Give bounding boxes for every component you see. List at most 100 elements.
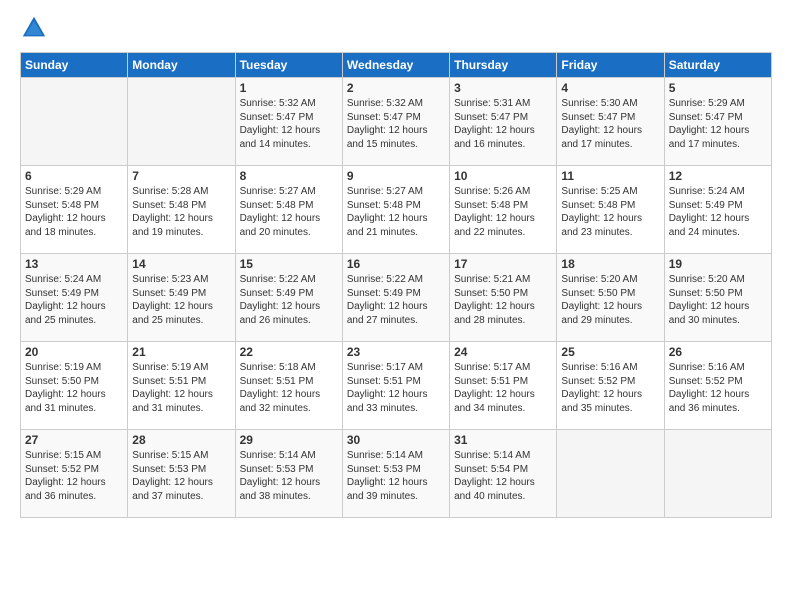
cell-info: Sunrise: 5:16 AMSunset: 5:52 PMDaylight:…: [669, 361, 767, 415]
page-header: [20, 18, 772, 42]
cell-info: Sunrise: 5:31 AMSunset: 5:47 PMDaylight:…: [454, 97, 552, 151]
day-number: 27: [25, 433, 123, 447]
day-number: 5: [669, 81, 767, 95]
cell-info: Sunrise: 5:18 AMSunset: 5:51 PMDaylight:…: [240, 361, 338, 415]
day-number: 16: [347, 257, 445, 271]
day-number: 20: [25, 345, 123, 359]
cell-info: Sunrise: 5:15 AMSunset: 5:52 PMDaylight:…: [25, 449, 123, 503]
day-number: 28: [132, 433, 230, 447]
day-number: 13: [25, 257, 123, 271]
cell-info: Sunrise: 5:23 AMSunset: 5:49 PMDaylight:…: [132, 273, 230, 327]
calendar-cell: 5Sunrise: 5:29 AMSunset: 5:47 PMDaylight…: [664, 78, 771, 166]
day-number: 26: [669, 345, 767, 359]
calendar-cell: 23 Sunrise: 5:17 AMSunset: 5:51 PMDayligh…: [342, 342, 449, 430]
cell-info: Sunrise: 5:24 AMSunset: 5:49 PMDaylight:…: [25, 273, 123, 327]
calendar-cell: 22 Sunrise: 5:18 AMSunset: 5:51 PMDayligh…: [235, 342, 342, 430]
day-number: 25: [561, 345, 659, 359]
weekday-header-monday: Monday: [128, 53, 235, 78]
day-number: 8: [240, 169, 338, 183]
calendar-cell: 6 Sunrise: 5:29 AMSunset: 5:48 PMDaylight…: [21, 166, 128, 254]
calendar-cell: 31 Sunrise: 5:14 AMSunset: 5:54 PMDayligh…: [450, 430, 557, 518]
cell-info: Sunrise: 5:22 AMSunset: 5:49 PMDaylight:…: [240, 273, 338, 327]
calendar-week-row: 1 Sunrise: 5:32 AMSunset: 5:47 PMDaylight…: [21, 78, 772, 166]
day-number: 23: [347, 345, 445, 359]
cell-info: Sunrise: 5:20 AMSunset: 5:50 PMDaylight:…: [669, 273, 767, 327]
cell-info: Sunrise: 5:14 AMSunset: 5:54 PMDaylight:…: [454, 449, 552, 503]
cell-info: Sunrise: 5:30 AMSunset: 5:47 PMDaylight:…: [561, 97, 659, 151]
calendar-week-row: 27 Sunrise: 5:15 AMSunset: 5:52 PMDayligh…: [21, 430, 772, 518]
calendar-table: SundayMondayTuesdayWednesdayThursdayFrid…: [20, 52, 772, 518]
day-number: 6: [25, 169, 123, 183]
cell-info: Sunrise: 5:17 AMSunset: 5:51 PMDaylight:…: [454, 361, 552, 415]
day-number: 21: [132, 345, 230, 359]
calendar-cell: 29 Sunrise: 5:14 AMSunset: 5:53 PMDayligh…: [235, 430, 342, 518]
calendar-cell: [21, 78, 128, 166]
day-number: 31: [454, 433, 552, 447]
calendar-cell: [128, 78, 235, 166]
calendar-cell: 9 Sunrise: 5:27 AMSunset: 5:48 PMDaylight…: [342, 166, 449, 254]
day-number: 17: [454, 257, 552, 271]
calendar-cell: 25 Sunrise: 5:16 AMSunset: 5:52 PMDayligh…: [557, 342, 664, 430]
calendar-cell: 17 Sunrise: 5:21 AMSunset: 5:50 PMDayligh…: [450, 254, 557, 342]
calendar-cell: 24 Sunrise: 5:17 AMSunset: 5:51 PMDayligh…: [450, 342, 557, 430]
cell-info: Sunrise: 5:32 AMSunset: 5:47 PMDaylight:…: [347, 97, 445, 151]
calendar-cell: 10 Sunrise: 5:26 AMSunset: 5:48 PMDayligh…: [450, 166, 557, 254]
calendar-cell: 20 Sunrise: 5:19 AMSunset: 5:50 PMDayligh…: [21, 342, 128, 430]
weekday-header-wednesday: Wednesday: [342, 53, 449, 78]
calendar-cell: 2 Sunrise: 5:32 AMSunset: 5:47 PMDaylight…: [342, 78, 449, 166]
cell-info: Sunrise: 5:28 AMSunset: 5:48 PMDaylight:…: [132, 185, 230, 239]
cell-info: Sunrise: 5:17 AMSunset: 5:51 PMDaylight:…: [347, 361, 445, 415]
logo-icon: [20, 14, 48, 42]
calendar-cell: 27 Sunrise: 5:15 AMSunset: 5:52 PMDayligh…: [21, 430, 128, 518]
cell-info: Sunrise: 5:14 AMSunset: 5:53 PMDaylight:…: [240, 449, 338, 503]
day-number: 9: [347, 169, 445, 183]
day-number: 7: [132, 169, 230, 183]
calendar-cell: 4Sunrise: 5:30 AMSunset: 5:47 PMDaylight…: [557, 78, 664, 166]
calendar-week-row: 6 Sunrise: 5:29 AMSunset: 5:48 PMDaylight…: [21, 166, 772, 254]
day-number: 29: [240, 433, 338, 447]
day-number: 14: [132, 257, 230, 271]
day-number: 3: [454, 81, 552, 95]
calendar-cell: 19 Sunrise: 5:20 AMSunset: 5:50 PMDayligh…: [664, 254, 771, 342]
weekday-header-friday: Friday: [557, 53, 664, 78]
logo: [20, 18, 52, 42]
calendar-week-row: 20 Sunrise: 5:19 AMSunset: 5:50 PMDayligh…: [21, 342, 772, 430]
calendar-cell: 1 Sunrise: 5:32 AMSunset: 5:47 PMDaylight…: [235, 78, 342, 166]
weekday-header-thursday: Thursday: [450, 53, 557, 78]
weekday-header-row: SundayMondayTuesdayWednesdayThursdayFrid…: [21, 53, 772, 78]
cell-info: Sunrise: 5:16 AMSunset: 5:52 PMDaylight:…: [561, 361, 659, 415]
cell-info: Sunrise: 5:19 AMSunset: 5:51 PMDaylight:…: [132, 361, 230, 415]
weekday-header-saturday: Saturday: [664, 53, 771, 78]
calendar-cell: 26 Sunrise: 5:16 AMSunset: 5:52 PMDayligh…: [664, 342, 771, 430]
calendar-cell: 15 Sunrise: 5:22 AMSunset: 5:49 PMDayligh…: [235, 254, 342, 342]
cell-info: Sunrise: 5:27 AMSunset: 5:48 PMDaylight:…: [347, 185, 445, 239]
day-number: 10: [454, 169, 552, 183]
calendar-cell: [664, 430, 771, 518]
day-number: 12: [669, 169, 767, 183]
day-number: 19: [669, 257, 767, 271]
day-number: 11: [561, 169, 659, 183]
day-number: 24: [454, 345, 552, 359]
cell-info: Sunrise: 5:32 AMSunset: 5:47 PMDaylight:…: [240, 97, 338, 151]
cell-info: Sunrise: 5:26 AMSunset: 5:48 PMDaylight:…: [454, 185, 552, 239]
day-number: 2: [347, 81, 445, 95]
cell-info: Sunrise: 5:24 AMSunset: 5:49 PMDaylight:…: [669, 185, 767, 239]
cell-info: Sunrise: 5:21 AMSunset: 5:50 PMDaylight:…: [454, 273, 552, 327]
calendar-cell: 8Sunrise: 5:27 AMSunset: 5:48 PMDaylight…: [235, 166, 342, 254]
calendar-cell: 3 Sunrise: 5:31 AMSunset: 5:47 PMDaylight…: [450, 78, 557, 166]
calendar-cell: 14 Sunrise: 5:23 AMSunset: 5:49 PMDayligh…: [128, 254, 235, 342]
weekday-header-tuesday: Tuesday: [235, 53, 342, 78]
day-number: 15: [240, 257, 338, 271]
day-number: 1: [240, 81, 338, 95]
calendar-cell: 21 Sunrise: 5:19 AMSunset: 5:51 PMDayligh…: [128, 342, 235, 430]
calendar-cell: [557, 430, 664, 518]
cell-info: Sunrise: 5:19 AMSunset: 5:50 PMDaylight:…: [25, 361, 123, 415]
weekday-header-sunday: Sunday: [21, 53, 128, 78]
calendar-cell: 11Sunrise: 5:25 AMSunset: 5:48 PMDayligh…: [557, 166, 664, 254]
day-number: 22: [240, 345, 338, 359]
calendar-cell: 12 Sunrise: 5:24 AMSunset: 5:49 PMDayligh…: [664, 166, 771, 254]
cell-info: Sunrise: 5:29 AMSunset: 5:48 PMDaylight:…: [25, 185, 123, 239]
cell-info: Sunrise: 5:15 AMSunset: 5:53 PMDaylight:…: [132, 449, 230, 503]
calendar-cell: 30Sunrise: 5:14 AMSunset: 5:53 PMDayligh…: [342, 430, 449, 518]
day-number: 30: [347, 433, 445, 447]
